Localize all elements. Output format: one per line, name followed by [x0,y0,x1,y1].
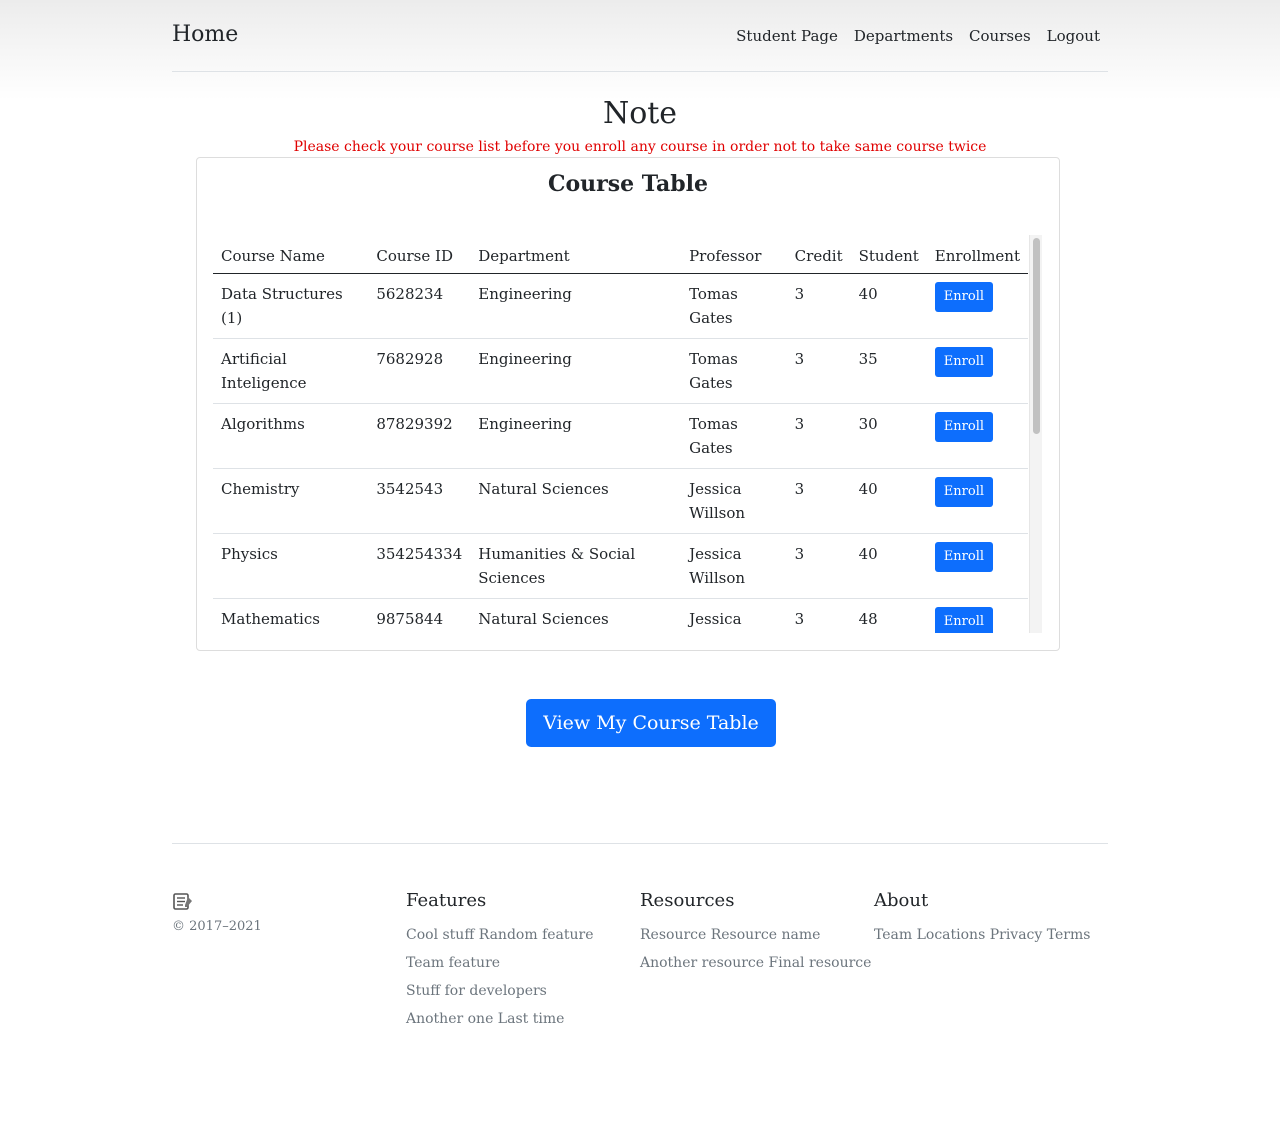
note-warning-text: Please check your course list before you… [293,139,987,155]
column-header-enrollment: Enrollment [926,235,1028,274]
view-my-course-table-button[interactable]: View My Course Table [526,699,776,747]
cell-course-id: 7682928 [368,338,471,404]
column-header-professor: Professor [681,235,787,274]
cell-course-name: Algorithms [213,403,369,469]
enroll-button[interactable]: Enroll [934,606,994,633]
course-table-card: Course Table Course Name Course ID Depar… [196,157,1060,651]
cell-professor: Tomas Gates [681,338,787,404]
table-row: Data Structures (1) 5628234 Engineering Tom… [213,273,1028,339]
footer-heading-about: About [874,890,929,911]
course-table-body: Data Structures (1) 5628234 Engineering Tom… [213,273,1028,633]
nav-courses[interactable]: Courses [969,27,1031,45]
column-header-course-name: Course Name [213,235,369,274]
cell-enrollment: Enroll [926,403,1028,469]
footer-link[interactable]: Another one Last time [406,1005,640,1033]
cell-credit: 3 [786,273,851,339]
cell-course-id: 3542543 [368,468,471,534]
enroll-button[interactable]: Enroll [934,476,994,507]
footer-brand-column: © 2017–2021 [172,890,406,1033]
enroll-button[interactable]: Enroll [934,541,994,572]
home-link[interactable]: Home [172,22,238,47]
cell-course-id: 5628234 [368,273,471,339]
cell-student-count: 40 [850,273,927,339]
cell-professor: Jessica Willson [681,533,787,599]
cell-enrollment: Enroll [926,533,1028,599]
footer-features-column: Features Cool stuff Random feature Team … [406,890,640,1033]
cell-enrollment: Enroll [926,468,1028,534]
footer-link[interactable]: Team feature [406,949,640,977]
cell-student-count: 35 [850,338,927,404]
table-row: Artificial Inteligence 7682928 Engineering… [213,338,1028,404]
cell-student-count: 40 [850,468,927,534]
enroll-button[interactable]: Enroll [934,281,994,312]
cell-course-name: Artificial Inteligence [213,338,369,404]
column-header-course-id: Course ID [368,235,471,274]
footer: © 2017–2021 Features Cool stuff Random f… [172,843,1108,1033]
table-row: Mathematics 9875844 Natural Sciences Jessic… [213,598,1028,633]
cell-professor: Tomas Gates [681,273,787,339]
cell-department: Engineering [470,338,682,404]
course-table-title: Course Table [547,171,709,197]
cell-department: Humanities & Social Sciences [470,533,682,599]
nav-logout[interactable]: Logout [1047,27,1100,45]
cell-department: Natural Sciences [470,468,682,534]
nav-departments[interactable]: Departments [854,27,953,45]
footer-link[interactable]: Resource Resource name [640,921,874,949]
cell-course-name: Mathematics [213,598,369,633]
navbar: Home Student Page Departments Courses Lo… [172,0,1108,72]
cell-credit: 3 [786,533,851,599]
footer-resources-column: Resources Resource Resource name Another… [640,890,874,1033]
cell-course-id: 354254334 [368,533,471,599]
main-nav: Student Page Departments Courses Logout [720,27,1100,45]
cell-course-name: Data Structures (1) [213,273,369,339]
cell-professor: Jessica Willson [681,468,787,534]
cell-enrollment: Enroll [926,598,1028,633]
cell-student-count: 48 [850,598,927,633]
cell-department: Engineering [470,273,682,339]
column-header-department: Department [470,235,682,274]
table-row: Algorithms 87829392 Engineering Tomas Gates… [213,403,1028,469]
cell-student-count: 30 [850,403,927,469]
footer-heading-resources: Resources [640,890,735,911]
cell-course-id: 87829392 [368,403,471,469]
footer-link[interactable]: Team Locations Privacy Terms [874,921,1108,949]
course-table: Course Name Course ID Department Profess… [213,235,1028,633]
cell-credit: 3 [786,338,851,404]
cell-department: Engineering [470,403,682,469]
footer-about-column: About Team Locations Privacy Terms [874,890,1108,1033]
cell-course-id: 9875844 [368,598,471,633]
cell-credit: 3 [786,598,851,633]
footer-link[interactable]: Cool stuff Random feature [406,921,640,949]
column-header-student: Student [850,235,927,274]
cell-student-count: 40 [850,533,927,599]
cell-credit: 3 [786,468,851,534]
note-title: Note [602,96,678,131]
cell-course-name: Chemistry [213,468,369,534]
footer-link[interactable]: Stuff for developers [406,977,640,1005]
logo-icon [173,893,192,910]
nav-student-page[interactable]: Student Page [736,27,838,45]
table-header-row: Course Name Course ID Department Profess… [213,235,1028,274]
table-row: Physics 354254334 Humanities & Social Scie… [213,533,1028,599]
cell-professor: Tomas Gates [681,403,787,469]
table-scrollbar[interactable] [1029,235,1042,633]
table-row: Chemistry 3542543 Natural Sciences Jessica … [213,468,1028,534]
cell-enrollment: Enroll [926,338,1028,404]
cell-course-name: Physics [213,533,369,599]
course-table-scroll-area[interactable]: Course Name Course ID Department Profess… [213,235,1041,633]
enroll-button[interactable]: Enroll [934,346,994,377]
cell-department: Natural Sciences [470,598,682,633]
scrollbar-thumb[interactable] [1033,238,1040,434]
footer-link[interactable]: Another resource Final resource [640,949,874,977]
column-header-credit: Credit [786,235,851,274]
copyright-text: © 2017–2021 [172,919,262,934]
enroll-button[interactable]: Enroll [934,411,994,442]
cell-enrollment: Enroll [926,273,1028,339]
cell-credit: 3 [786,403,851,469]
cell-professor: Jessica Willson [681,598,787,633]
footer-heading-features: Features [406,890,487,911]
